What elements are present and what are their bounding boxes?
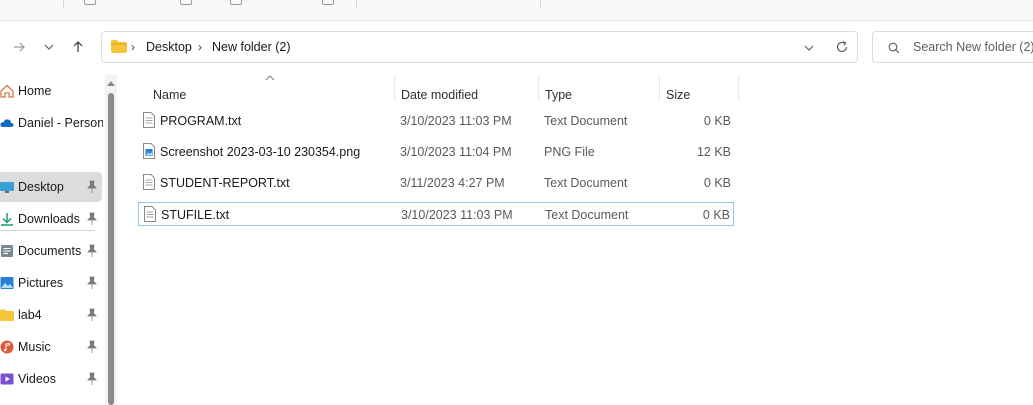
sidebar-item-label: Documents [18,244,82,258]
pin-icon[interactable] [86,308,98,322]
address-bar[interactable]: › Desktop › New folder (2) [101,31,858,63]
pin-icon[interactable] [86,372,98,386]
sidebar-item-label: Music [18,340,51,354]
arrow-up-icon [73,41,83,52]
file-name: PROGRAM.txt [160,114,242,128]
sidebar-item-label: Daniel - Persona [18,116,103,130]
music-icon [0,340,14,354]
up-button[interactable] [67,36,89,58]
pin-icon[interactable] [86,276,98,290]
file-name: STUDENT-REPORT.txt [160,176,290,190]
file-type: Text Document [544,114,628,128]
file-list: Name Date modified Type Size PROGRAM.txt… [118,75,1033,405]
breadcrumb-separator-icon[interactable]: › [198,40,202,54]
file-name: STUFILE.txt [161,208,230,222]
file-date-modified: 3/11/2023 4:27 PM [400,176,505,190]
sidebar-item-home[interactable]: Home [0,76,102,106]
file-size: 12 KB [696,145,731,159]
column-header-date-modified[interactable]: Date modified [395,81,538,105]
search-icon [888,42,900,54]
recent-locations-button[interactable] [38,36,60,58]
column-header-label: Date modified [401,88,479,102]
file-date-modified: 3/10/2023 11:03 PM [401,208,513,222]
file-row[interactable]: Screenshot 2023-03-10 230354.png 3/10/20… [138,140,734,164]
documents-icon [1,245,13,257]
file-size: 0 KB [703,114,731,128]
command-bar-divider [540,0,541,8]
text-file-icon [144,206,156,222]
sidebar-scrollbar[interactable] [105,75,117,405]
file-type: Text Document [545,208,629,222]
pin-icon[interactable] [86,180,98,194]
column-header-label: Size [666,88,691,102]
sidebar-item-documents[interactable]: Documents [0,236,102,266]
sidebar-item-label: Pictures [18,276,64,290]
file-size: 0 KB [702,208,730,222]
sidebar-item-music[interactable]: Music [0,332,102,362]
column-header-label: Name [153,88,187,102]
sidebar-item-label: Desktop [18,180,64,194]
download-icon [1,213,13,226]
sidebar-item-onedrive[interactable]: Daniel - Persona [0,108,103,138]
column-header-name[interactable]: Name [147,81,395,105]
file-date-modified: 3/10/2023 11:03 PM [400,114,512,128]
pin-icon[interactable] [86,244,98,258]
sidebar-item-label: Home [18,84,52,98]
file-date-modified: 3/10/2023 11:04 PM [400,145,512,159]
column-header-size[interactable]: Size [660,81,738,105]
folder-icon [0,309,14,321]
file-name: Screenshot 2023-03-10 230354.png [160,145,361,159]
text-file-icon [143,112,155,128]
chevron-down-icon[interactable] [803,42,815,54]
command-bar-divider [356,0,357,8]
breadcrumb-desktop[interactable]: Desktop [146,40,192,54]
sidebar-item-pictures[interactable]: Pictures [0,268,102,298]
sidebar-item-downloads[interactable]: Downloads [0,204,102,234]
search-placeholder: Search New folder (2) [913,40,1033,54]
pictures-icon [0,277,14,289]
desktop-icon [0,182,14,193]
file-row[interactable]: STUDENT-REPORT.txt 3/11/2023 4:27 PM Tex… [138,171,734,195]
copy-icon[interactable] [180,0,192,5]
paste-icon[interactable] [230,0,242,5]
chevron-down-icon [44,44,54,50]
search-box[interactable]: Search New folder (2) [872,31,1033,63]
refresh-icon[interactable] [835,40,849,54]
file-row[interactable]: PROGRAM.txt 3/10/2023 11:03 PM Text Docu… [138,109,734,133]
column-divider[interactable] [738,75,739,101]
arrow-right-icon [14,42,25,52]
scroll-up-arrow-icon[interactable] [107,81,115,86]
videos-icon [0,373,14,385]
breadcrumb-separator-icon: › [131,40,135,54]
onedrive-cloud-icon [0,119,14,127]
file-row-selected[interactable]: STUFILE.txt 3/10/2023 11:03 PM Text Docu… [138,202,734,226]
command-bar [0,0,1033,21]
sidebar-item-label: Downloads [18,212,80,226]
sidebar-item-desktop[interactable]: Desktop [0,172,102,202]
sidebar-item-label: lab4 [18,308,42,322]
sidebar-item-videos[interactable]: Videos [0,364,102,394]
command-bar-divider [63,0,64,8]
cut-icon[interactable] [84,0,96,5]
navigation-pane: Home Daniel - Persona Desktop Downloads … [0,75,103,405]
scroll-thumb[interactable] [108,93,114,405]
column-header-label: Type [545,88,573,102]
file-type: Text Document [544,176,628,190]
forward-button[interactable] [8,36,30,58]
file-type: PNG File [544,145,595,159]
file-size: 0 KB [703,176,731,190]
image-file-icon [143,143,155,159]
pin-icon[interactable] [86,212,98,226]
breadcrumb-new-folder-2[interactable]: New folder (2) [212,40,291,54]
home-icon [0,84,14,98]
folder-icon [111,40,127,53]
sidebar-item-label: Videos [18,372,56,386]
pin-icon[interactable] [86,340,98,354]
delete-icon[interactable] [322,0,334,5]
text-file-icon [143,174,155,190]
column-header-type[interactable]: Type [539,81,659,105]
sidebar-item-lab4[interactable]: lab4 [0,300,102,330]
